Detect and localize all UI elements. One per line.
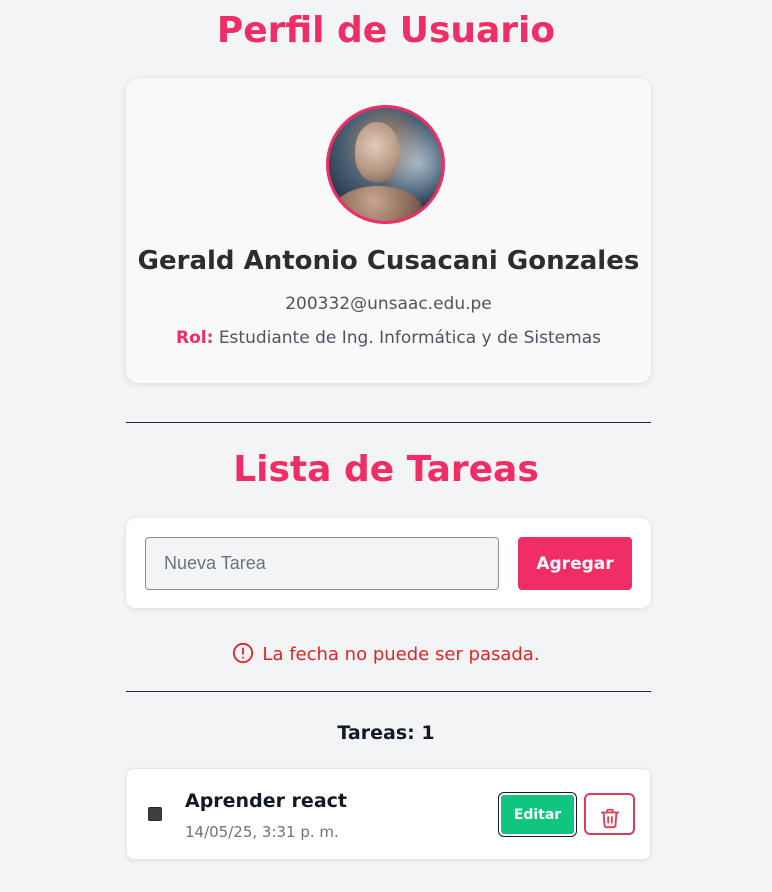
task-checkbox[interactable] xyxy=(148,807,162,821)
tasks-heading: Lista de Tareas xyxy=(233,449,539,490)
add-task-button[interactable]: Agregar xyxy=(518,537,632,590)
profile-heading: Perfil de Usuario xyxy=(216,10,556,51)
trash-icon xyxy=(600,808,619,828)
task-title: Aprender react xyxy=(185,790,347,812)
page: Perfil de Usuario Gerald Antonio Cusacan… xyxy=(0,0,772,892)
profile-role: Rol: Estudiante de Ing. Informática y de… xyxy=(126,326,651,350)
task-date: 14/05/25, 3:31 p. m. xyxy=(185,823,339,841)
alert-circle-icon xyxy=(233,642,254,664)
role-label: Rol: xyxy=(176,328,214,348)
task-count: Tareas: 1 xyxy=(337,722,435,744)
role-value: Estudiante de Ing. Informática y de Sist… xyxy=(218,328,601,348)
divider xyxy=(126,422,651,423)
profile-name: Gerald Antonio Cusacani Gonzales xyxy=(137,246,640,276)
avatar xyxy=(326,105,445,224)
new-task-input[interactable] xyxy=(145,537,499,590)
add-task-card: Agregar xyxy=(126,518,651,608)
task-item: Aprender react 14/05/25, 3:31 p. m. Edit… xyxy=(126,768,651,860)
divider xyxy=(126,691,651,692)
avatar-head xyxy=(355,122,399,182)
profile-email: 200332@unsaac.edu.pe xyxy=(285,294,492,314)
delete-task-button[interactable] xyxy=(584,793,635,835)
profile-card: Gerald Antonio Cusacani Gonzales 200332@… xyxy=(126,78,651,383)
edit-task-button[interactable]: Editar xyxy=(498,792,577,837)
error-message: La fecha no puede ser pasada. xyxy=(0,642,772,668)
error-text: La fecha no puede ser pasada. xyxy=(262,644,540,665)
